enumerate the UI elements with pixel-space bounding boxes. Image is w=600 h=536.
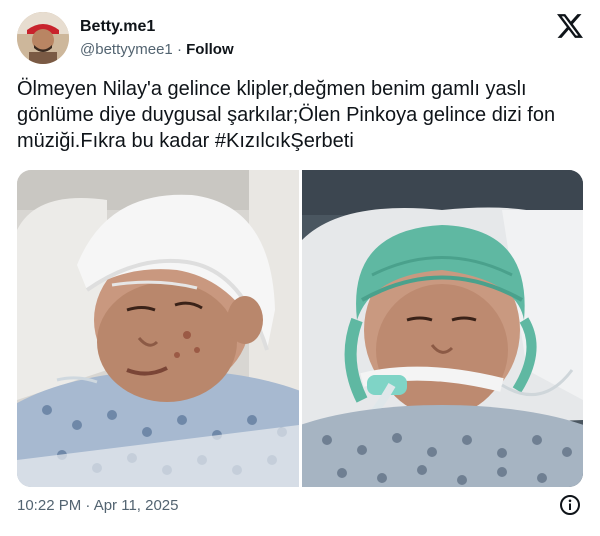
media-grid <box>17 170 583 487</box>
info-icon[interactable] <box>559 494 581 516</box>
photo-hospital-patient-bandage <box>17 170 299 487</box>
media-photo-2[interactable] <box>302 170 583 487</box>
tweet-timestamp[interactable]: 10:22 PM · Apr 11, 2025 <box>17 495 179 517</box>
avatar[interactable] <box>17 12 69 64</box>
tweet-text: Ölmeyen Nilay'a gelince klipler,değmen b… <box>17 78 556 152</box>
display-name[interactable]: Betty.me1 <box>80 17 155 37</box>
separator-dot: · <box>176 41 182 58</box>
handle[interactable]: @bettyymee1 <box>80 41 173 58</box>
photo-hospital-patient-surgical-cap <box>302 170 583 487</box>
handle-row: @bettyymee1 · Follow <box>80 40 234 60</box>
media-photo-1[interactable] <box>17 170 299 487</box>
x-logo-icon[interactable] <box>557 14 583 38</box>
tweet-card: Betty.me1 @bettyymee1 · Follow Ölmeyen N… <box>0 0 600 536</box>
follow-button[interactable]: Follow <box>186 41 234 58</box>
avatar-image <box>17 12 69 64</box>
